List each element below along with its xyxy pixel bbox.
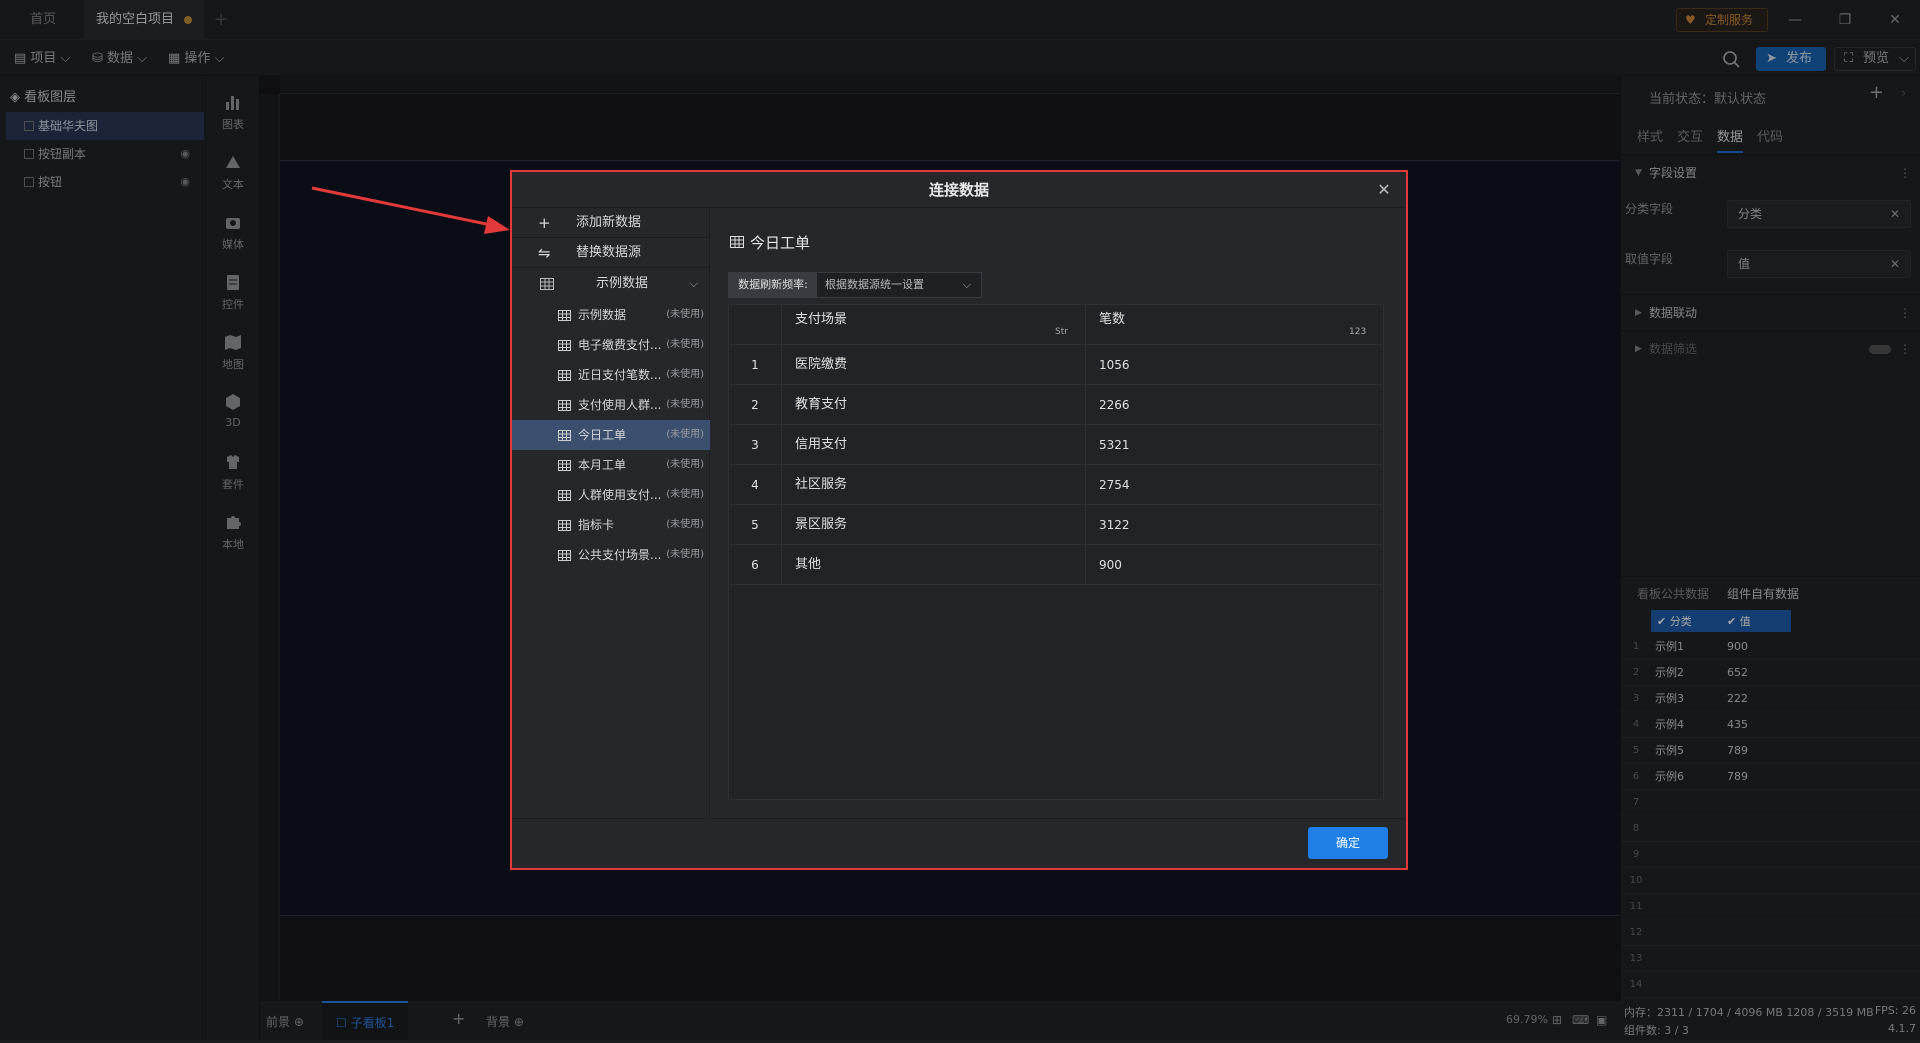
data-table: 支付场景 Str 笔数 123 1 医院缴费 1056 2 教育支付 2266 3 信用支付 5… [728, 304, 1384, 800]
cell-count: 1056 [1099, 358, 1130, 372]
preview-title: 今日工单 [730, 232, 810, 253]
plus-icon: + [538, 214, 551, 232]
table-icon [558, 370, 571, 381]
data-item[interactable]: 近日支付笔数... (未使用) [512, 360, 710, 390]
table-row: 5 景区服务 3122 [729, 505, 1383, 545]
data-item[interactable]: 本月工单 (未使用) [512, 450, 710, 480]
number-type-icon: 123 [1349, 327, 1367, 337]
refresh-frequency-value: 根据数据源统一设置 [825, 278, 924, 291]
sample-data-group[interactable]: 示例数据 ⌵ [512, 268, 710, 300]
usage-tag: (未使用) [666, 459, 704, 470]
cell-scene: 景区服务 [795, 517, 848, 532]
close-icon[interactable]: ✕ [1372, 178, 1396, 202]
table-row: 2 教育支付 2266 [729, 385, 1383, 425]
cell-count: 3122 [1099, 518, 1130, 532]
cell-count: 2754 [1099, 478, 1130, 492]
data-item-label: 近日支付笔数... [578, 368, 662, 382]
table-header: 支付场景 Str 笔数 123 [729, 305, 1383, 345]
replace-source-button[interactable]: ⇋ 替换数据源 [512, 238, 710, 268]
connect-data-dialog: 连接数据 ✕ + 添加新数据 ⇋ 替换数据源 示例数据 ⌵ 示例数据 (未使用) 电… [510, 170, 1408, 870]
table-icon [558, 340, 571, 351]
string-type-icon: Str [1055, 327, 1068, 337]
data-item-label: 支付使用人群... [578, 398, 662, 412]
data-item-label: 今日工单 [578, 428, 627, 442]
usage-tag: (未使用) [666, 369, 704, 380]
usage-tag: (未使用) [666, 489, 704, 500]
table-row: 3 信用支付 5321 [729, 425, 1383, 465]
annotation-arrow [311, 186, 510, 234]
row-index: 4 [751, 478, 759, 492]
cell-scene: 医院缴费 [795, 357, 848, 372]
data-item[interactable]: 今日工单 (未使用) [512, 420, 710, 450]
data-source-list: + 添加新数据 ⇋ 替换数据源 示例数据 ⌵ 示例数据 (未使用) 电子缴费支付..… [512, 208, 710, 818]
data-item[interactable]: 示例数据 (未使用) [512, 300, 710, 330]
add-new-data-label: 添加新数据 [576, 215, 642, 230]
table-row: 1 医院缴费 1056 [729, 345, 1383, 385]
chevron-down-icon: ⌵ [962, 278, 971, 291]
swap-icon: ⇋ [538, 244, 551, 262]
usage-tag: (未使用) [666, 519, 704, 530]
cell-count: 2266 [1099, 398, 1130, 412]
header-scene: 支付场景 [795, 312, 848, 327]
cell-scene: 教育支付 [795, 397, 848, 412]
data-item-label: 本月工单 [578, 458, 627, 472]
table-icon [558, 490, 571, 501]
data-item-label: 示例数据 [578, 308, 627, 322]
table-icon [730, 236, 744, 248]
usage-tag: (未使用) [666, 429, 704, 440]
preview-title-label: 今日工单 [750, 234, 811, 252]
table-row: 6 其他 900 [729, 545, 1383, 585]
header-count: 笔数 [1099, 312, 1126, 327]
row-index: 6 [751, 558, 759, 572]
table-icon [558, 520, 571, 531]
cell-scene: 信用支付 [795, 437, 848, 452]
data-item[interactable]: 人群使用支付... (未使用) [512, 480, 710, 510]
row-index: 3 [751, 438, 759, 452]
dialog-footer: 确定 [512, 818, 1406, 868]
chevron-down-icon: ⌵ [689, 277, 698, 290]
row-index: 5 [751, 518, 759, 532]
refresh-frequency-select[interactable]: 数据刷新频率: 根据数据源统一设置 ⌵ [728, 272, 982, 298]
replace-source-label: 替换数据源 [576, 245, 642, 260]
dialog-title: 连接数据 [512, 172, 1406, 208]
row-index: 2 [751, 398, 759, 412]
cell-scene: 其他 [795, 557, 822, 572]
table-icon [558, 430, 571, 441]
cell-count: 5321 [1099, 438, 1130, 452]
row-index: 1 [751, 358, 759, 372]
data-item-label: 人群使用支付... [578, 488, 662, 502]
usage-tag: (未使用) [666, 309, 704, 320]
table-icon [558, 400, 571, 411]
usage-tag: (未使用) [666, 399, 704, 410]
confirm-button[interactable]: 确定 [1308, 827, 1388, 859]
table-icon [558, 550, 571, 561]
cell-scene: 社区服务 [795, 477, 848, 492]
data-item[interactable]: 支付使用人群... (未使用) [512, 390, 710, 420]
usage-tag: (未使用) [666, 339, 704, 350]
data-item-label: 电子缴费支付... [578, 338, 662, 352]
data-item-label: 指标卡 [578, 518, 615, 532]
refresh-frequency-label: 数据刷新频率: [729, 273, 817, 297]
cell-count: 900 [1099, 558, 1122, 572]
usage-tag: (未使用) [666, 549, 704, 560]
data-item[interactable]: 指标卡 (未使用) [512, 510, 710, 540]
data-item-label: 公共支付场景... [578, 548, 662, 562]
data-item[interactable]: 电子缴费支付... (未使用) [512, 330, 710, 360]
table-icon [558, 460, 571, 471]
add-new-data-button[interactable]: + 添加新数据 [512, 208, 710, 238]
group-label: 示例数据 [596, 276, 649, 291]
data-preview: 今日工单 数据刷新频率: 根据数据源统一设置 ⌵ 支付场景 Str 笔数 123… [710, 208, 1406, 818]
data-item[interactable]: 公共支付场景... (未使用) [512, 540, 710, 570]
table-icon [540, 278, 554, 290]
table-icon [558, 310, 571, 321]
table-row: 4 社区服务 2754 [729, 465, 1383, 505]
